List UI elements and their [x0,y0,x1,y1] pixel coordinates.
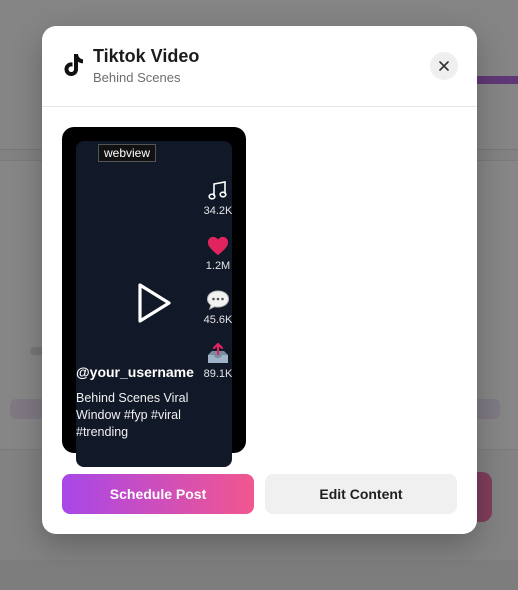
heart-icon [207,236,229,256]
share-count: 89.1K [203,368,233,380]
share-inbox-icon [208,342,228,363]
tiktok-logo-icon [64,54,83,76]
like-action[interactable]: 1.2M [200,234,236,272]
modal-title: Tiktok Video [93,46,200,66]
close-icon [439,61,449,71]
share-action[interactable]: 89.1K [200,342,236,380]
modal-subtitle: Behind Scenes [93,70,181,85]
close-button[interactable] [430,52,458,80]
comment-action[interactable]: 45.6K [200,288,236,326]
comment-icon [206,290,230,310]
video-screen[interactable]: webview 34.2K 1.2M 45.6K 89.1K @your_use… [76,141,232,467]
video-username: @your_username [76,364,194,380]
edit-content-button[interactable]: Edit Content [265,474,457,514]
modal-header: Tiktok Video Behind Scenes [42,26,477,107]
webview-tag: webview [98,144,157,162]
play-icon[interactable] [134,281,174,325]
video-preview-modal: Tiktok Video Behind Scenes webview 34.2K [42,26,477,534]
schedule-post-button[interactable]: Schedule Post [62,474,254,514]
video-caption: Behind Scenes Viral Window #fyp #viral #… [76,391,189,439]
phone-preview-frame: webview 34.2K 1.2M 45.6K 89.1K @your_use… [62,127,246,467]
music-count: 34.2K [203,205,233,217]
music-note-icon [208,181,227,200]
music-action[interactable]: 34.2K [200,179,236,217]
comment-count: 45.6K [203,314,233,326]
like-count: 1.2M [205,260,231,272]
